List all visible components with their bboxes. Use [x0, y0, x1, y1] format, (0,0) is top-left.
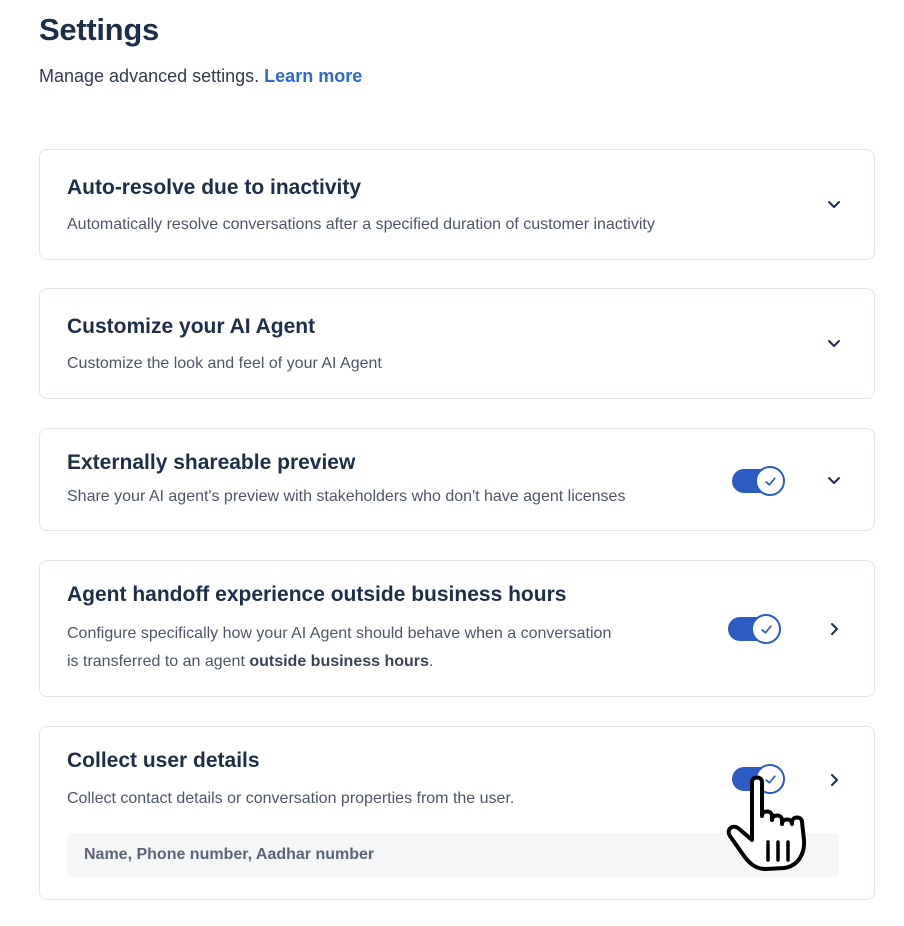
chevron-down-icon[interactable] — [824, 333, 844, 353]
description-line: is transferred to an agent outside busin… — [67, 653, 434, 670]
subtitle-text: Manage advanced settings. — [39, 66, 260, 86]
card-description: Customize the look and feel of your AI A… — [67, 355, 382, 372]
page-subtitle: Manage advanced settings. Learn more — [39, 66, 362, 87]
card-title: Externally shareable preview — [67, 451, 356, 474]
card-title: Agent handoff experience outside busines… — [67, 583, 567, 606]
card-title: Customize your AI Agent — [67, 315, 316, 338]
card-description: Configure specifically how your AI Agent… — [67, 620, 611, 676]
card-description: Automatically resolve conversations afte… — [67, 216, 655, 233]
chevron-right-icon[interactable] — [824, 770, 844, 790]
description-line: Configure specifically how your AI Agent… — [67, 625, 612, 642]
chevron-down-icon[interactable] — [824, 470, 844, 490]
check-icon — [755, 466, 785, 496]
check-icon — [751, 614, 781, 644]
chevron-right-icon[interactable] — [824, 619, 844, 639]
card-title: Auto-resolve due to inactivity — [67, 176, 362, 199]
customize-agent-card[interactable]: Customize your AI Agent Customize the lo… — [39, 288, 875, 399]
auto-resolve-card[interactable]: Auto-resolve due to inactivity Automatic… — [39, 149, 875, 260]
learn-more-link[interactable]: Learn more — [264, 66, 362, 86]
check-icon — [755, 764, 785, 794]
card-description: Collect contact details or conversation … — [67, 790, 515, 807]
collect-user-details-card[interactable]: Collect user details Collect contact det… — [39, 726, 875, 900]
chevron-down-icon[interactable] — [824, 194, 844, 214]
bold-text: outside business hours — [249, 653, 429, 670]
user-fields-summary: Name, Phone number, Aadhar number — [67, 833, 839, 877]
shareable-preview-toggle[interactable] — [732, 466, 785, 496]
agent-handoff-toggle[interactable] — [728, 614, 781, 644]
agent-handoff-card[interactable]: Agent handoff experience outside busines… — [39, 560, 875, 697]
page-title: Settings — [39, 12, 159, 47]
collect-user-details-toggle[interactable] — [732, 764, 785, 794]
shareable-preview-card[interactable]: Externally shareable preview Share your … — [39, 428, 875, 531]
card-description: Share your AI agent's preview with stake… — [67, 488, 626, 505]
card-title: Collect user details — [67, 749, 260, 772]
